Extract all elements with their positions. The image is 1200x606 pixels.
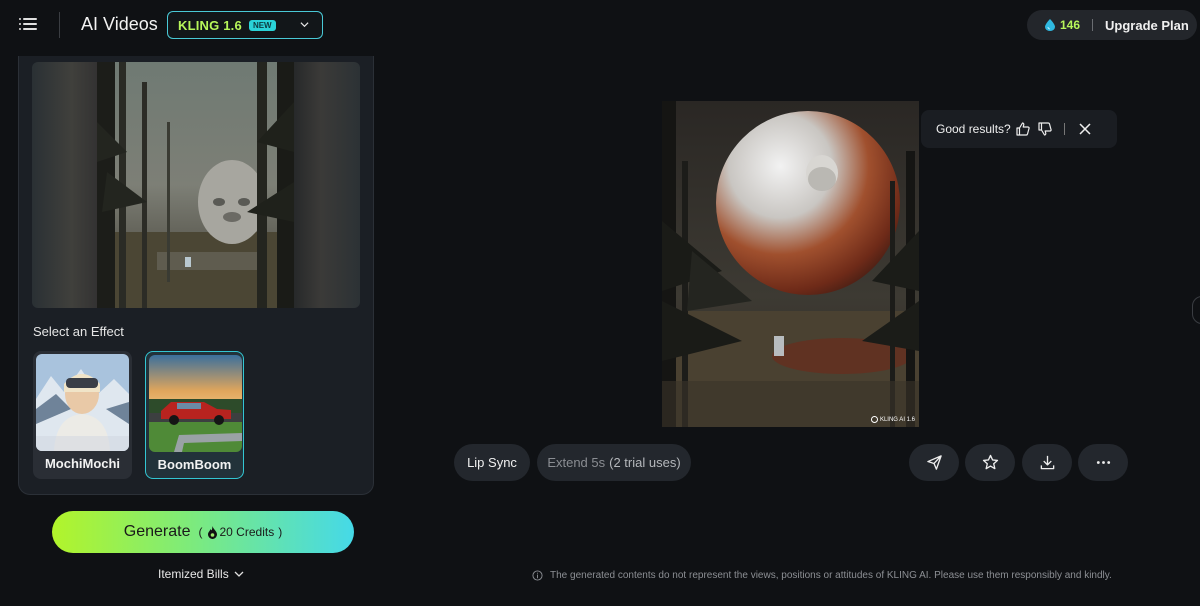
itemized-bills-link[interactable]: Itemized Bills bbox=[158, 567, 244, 581]
new-badge: NEW bbox=[248, 19, 276, 31]
kling-logo-icon bbox=[870, 416, 878, 423]
forest-statue-image bbox=[97, 62, 294, 308]
effect-heading: Select an Effect bbox=[33, 324, 124, 339]
sphere-forest-image bbox=[662, 101, 919, 427]
send-icon bbox=[926, 455, 942, 470]
extend-trial-uses: (2 trial uses) bbox=[609, 455, 681, 470]
download-button[interactable] bbox=[1022, 444, 1072, 481]
side-scroll-button[interactable] bbox=[1192, 296, 1200, 324]
feedback-prompt: Good results? bbox=[936, 122, 1011, 136]
hamburger-menu-icon[interactable] bbox=[19, 16, 37, 32]
upgrade-plan-link[interactable]: Upgrade Plan bbox=[1105, 18, 1189, 33]
disclaimer: The generated contents do not represent … bbox=[532, 570, 1112, 581]
extend-label: Extend 5s bbox=[547, 455, 606, 470]
favorite-button[interactable] bbox=[965, 444, 1015, 481]
watermark: KLING AI 1.6 bbox=[870, 416, 915, 423]
model-selector[interactable]: KLING 1.6 NEW bbox=[167, 11, 323, 39]
mochimochi-thumbnail bbox=[36, 354, 129, 451]
bills-label: Itemized Bills bbox=[158, 567, 229, 581]
source-image-preview bbox=[32, 62, 360, 308]
flame-icon bbox=[207, 525, 217, 539]
generated-video[interactable]: KLING AI 1.6 bbox=[662, 101, 919, 427]
more-button[interactable] bbox=[1078, 444, 1128, 481]
header-divider bbox=[59, 12, 60, 38]
effect-name: MochiMochi bbox=[44, 456, 121, 471]
generate-button[interactable]: Generate ( 20 Credits ) bbox=[52, 511, 354, 553]
boomboom-thumbnail bbox=[149, 355, 242, 452]
effect-name: BoomBoom bbox=[157, 457, 232, 472]
watermark-text: KLING AI 1.6 bbox=[879, 416, 915, 423]
feedback-pill: Good results? bbox=[921, 110, 1117, 148]
download-icon bbox=[1040, 455, 1054, 470]
chevron-down-icon bbox=[300, 22, 309, 28]
thumbs-down-icon[interactable] bbox=[1038, 122, 1052, 136]
chevron-down-icon bbox=[234, 571, 244, 577]
pill-separator bbox=[1092, 19, 1094, 31]
credits-amount: 20 Credits bbox=[219, 525, 275, 539]
info-icon bbox=[532, 570, 543, 581]
model-name: KLING 1.6 bbox=[178, 17, 242, 33]
close-icon[interactable] bbox=[1079, 123, 1091, 135]
disclaimer-text: The generated contents do not represent … bbox=[550, 570, 1112, 581]
credits-count: 146 bbox=[1060, 18, 1081, 32]
effect-card-boomboom[interactable]: BoomBoom bbox=[145, 351, 244, 479]
effect-card-mochimochi[interactable]: MochiMochi bbox=[33, 351, 132, 479]
generate-label: Generate bbox=[123, 523, 191, 540]
paren-close: ) bbox=[278, 525, 283, 539]
lip-sync-button[interactable]: Lip Sync bbox=[454, 444, 530, 481]
extend-button[interactable]: Extend 5s (2 trial uses) bbox=[537, 444, 691, 481]
credits-pill[interactable]: 146 Upgrade Plan bbox=[1027, 10, 1197, 40]
star-icon bbox=[982, 454, 998, 470]
feedback-separator bbox=[1063, 123, 1065, 135]
paren-open: ( bbox=[198, 525, 203, 539]
more-icon bbox=[1096, 461, 1110, 464]
thumbs-up-icon[interactable] bbox=[1016, 122, 1030, 136]
share-button[interactable] bbox=[909, 444, 959, 481]
generate-credits: ( 20 Credits ) bbox=[199, 525, 283, 539]
page-title: AI Videos bbox=[81, 14, 158, 34]
water-drop-icon bbox=[1045, 19, 1055, 31]
